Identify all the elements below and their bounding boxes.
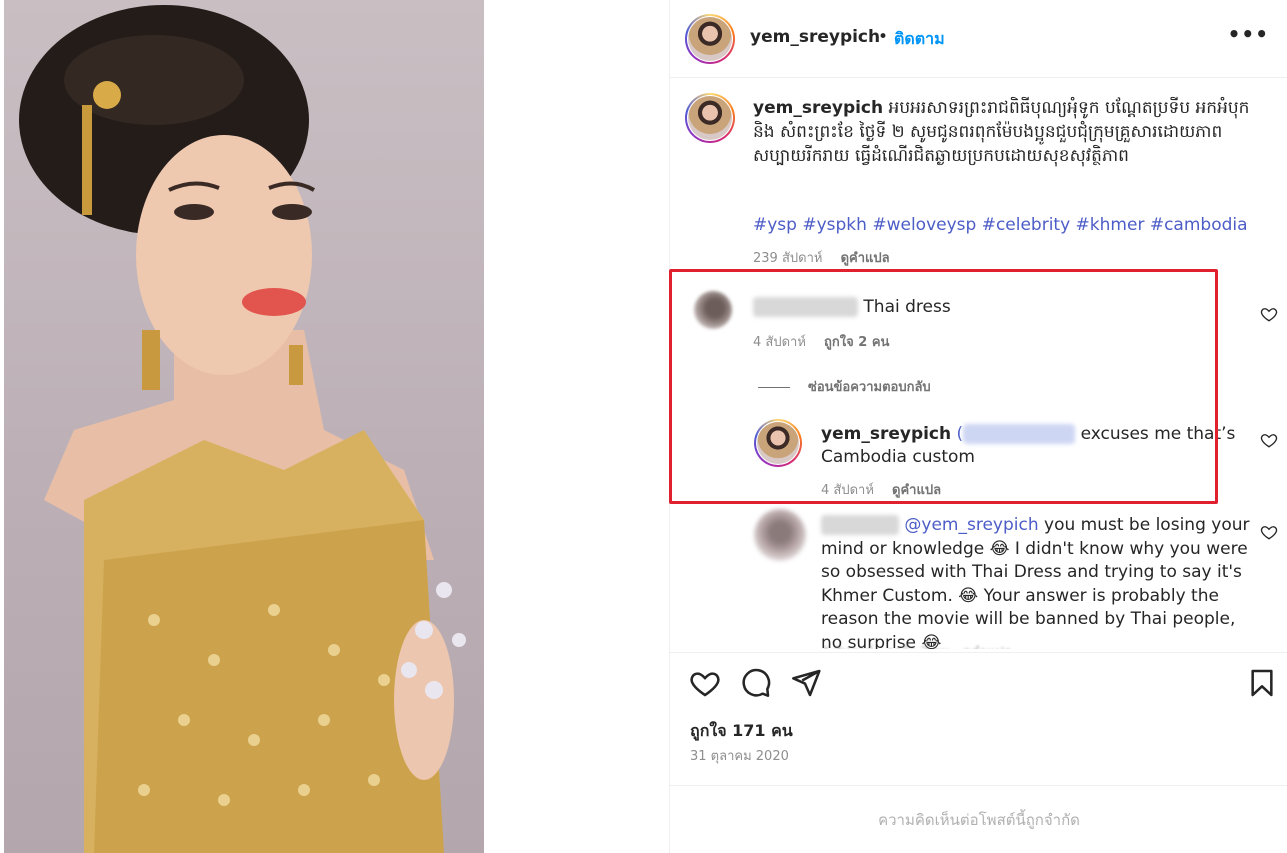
laugh-emoji: 😂 xyxy=(989,538,1010,559)
caption-time[interactable]: 239 สัปดาห์ xyxy=(753,251,822,266)
author-username[interactable]: yem_sreypich xyxy=(750,27,880,47)
blurred-mention[interactable] xyxy=(963,424,1076,444)
comment-time[interactable]: 4 สัปดาห์ xyxy=(753,335,806,350)
post-header: yem_sreypich • ติดตาม ••• xyxy=(670,0,1287,78)
comment2-meta: 4 สัปดาห์ · ถูกใจ 2 คน · ดูคำแปล xyxy=(821,641,1012,649)
save-bookmark-icon[interactable] xyxy=(1246,667,1278,699)
photo-illustration xyxy=(19,5,466,853)
comments-list[interactable]: yem_sreypich អបអរសាទរព្រះរាជពិធីបុណ្យអុំ… xyxy=(670,79,1287,649)
comment2-mention[interactable]: @yem_sreypich xyxy=(904,515,1038,535)
post-photo-area xyxy=(0,0,668,853)
comment-meta: 4 สัปดาห์ ถูกใจ 2 คน xyxy=(753,331,889,352)
post-photo[interactable] xyxy=(4,0,484,853)
post-details-panel: yem_sreypich • ติดตาม ••• yem_sreypich អ… xyxy=(669,0,1287,853)
commenter-avatar-blurred[interactable] xyxy=(694,291,732,329)
caption-text: yem_sreypich អបអរសាទរព្រះរាជពិធីបុណ្យអុំ… xyxy=(753,96,1273,168)
reply-time[interactable]: 4 สัปดาห์ xyxy=(821,483,874,498)
reply-meta: 4 สัปดาห์ ดูคำแปล xyxy=(821,479,941,500)
caption-avatar[interactable] xyxy=(685,93,735,143)
comment-likes[interactable]: ถูกใจ 2 คน xyxy=(824,335,889,350)
comment-body: Thai dress xyxy=(863,297,951,317)
comment-bubble-icon[interactable] xyxy=(740,667,772,699)
commenter2-avatar-blurred[interactable] xyxy=(754,509,806,561)
author-avatar[interactable] xyxy=(685,14,735,64)
more-options-icon[interactable]: ••• xyxy=(1228,22,1269,46)
blurred-username[interactable] xyxy=(753,297,858,317)
likes-count[interactable]: ถูกใจ 171 คน xyxy=(690,719,793,744)
follow-button[interactable]: ติดตาม xyxy=(894,27,945,52)
caption-username[interactable]: yem_sreypich xyxy=(753,98,883,118)
comment-text: Thai dress xyxy=(753,297,951,317)
reply-mention-paren: ( xyxy=(956,424,964,444)
separator-dot: • xyxy=(878,27,889,47)
laugh-emoji: 😂 xyxy=(958,585,979,606)
hide-replies-label: ซ่อนข้อความตอบกลับ xyxy=(808,380,931,395)
hide-replies-button[interactable]: ซ่อนข้อความตอบกลับ xyxy=(758,376,931,397)
replies-divider-line xyxy=(758,387,790,388)
caption-meta: 239 สัปดาห์ ดูคำแปล xyxy=(753,247,890,268)
comment-like-heart-icon[interactable] xyxy=(1260,305,1278,323)
like-heart-icon[interactable] xyxy=(689,667,721,699)
blurred-username-2[interactable] xyxy=(821,515,899,535)
reply-translate-button[interactable]: ดูคำแปล xyxy=(892,483,941,498)
caption-hashtags[interactable]: #ysp #yspkh #weloveysp #celebrity #khmer… xyxy=(753,215,1248,235)
comment2-text: @yem_sreypich you must be losing your mi… xyxy=(821,514,1251,649)
share-send-icon[interactable] xyxy=(790,667,822,699)
reply-text: yem_sreypich ( excuses me that’s Cambodi… xyxy=(821,423,1241,469)
reply-like-heart-icon[interactable] xyxy=(1260,431,1278,449)
post-actions-bar: ถูกใจ 171 คน 31 ตุลาคม 2020 xyxy=(670,652,1287,786)
comments-limited-notice: ความคิดเห็นต่อโพสต์นี้ถูกจำกัด xyxy=(878,811,1080,829)
comment2-like-heart-icon[interactable] xyxy=(1260,523,1278,541)
post-date[interactable]: 31 ตุลาคม 2020 xyxy=(690,745,789,766)
caption-translate-button[interactable]: ดูคำแปล xyxy=(841,251,890,266)
reply-username[interactable]: yem_sreypich xyxy=(821,424,951,444)
reply-author-avatar[interactable] xyxy=(754,419,802,467)
